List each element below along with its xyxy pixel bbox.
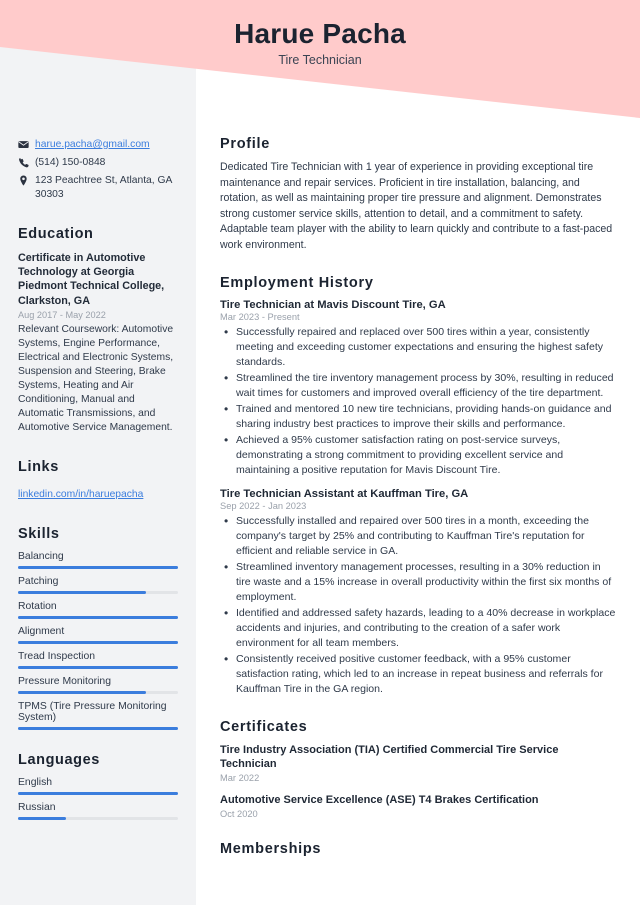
linkedin-link[interactable]: linkedin.com/in/haruepacha	[18, 489, 143, 500]
employment-history-heading: Employment History	[220, 275, 374, 292]
skill-item: Rotation	[18, 601, 178, 620]
certificate-title: Automotive Service Excellence (ASE) T4 B…	[220, 794, 539, 807]
skill-label: Rotation	[18, 601, 57, 613]
language-item: English	[18, 777, 178, 796]
certificate-item: Tire Industry Association (TIA) Certifie…	[220, 743, 616, 783]
certificate-title: Tire Industry Association (TIA) Certifie…	[220, 743, 559, 771]
address-text: 123 Peachtree St, Atlanta, GA 30303	[35, 174, 172, 200]
skill-item: Patching	[18, 576, 178, 595]
contact-phone-row: (514) 150-0848	[18, 156, 178, 170]
skill-level-bar	[18, 566, 178, 570]
skill-level-fill	[18, 641, 178, 645]
envelope-icon	[18, 138, 35, 150]
skill-item: Alignment	[18, 626, 178, 645]
skill-label: Alignment	[18, 626, 65, 638]
education-title: Certificate in Automotive Technology at …	[18, 251, 165, 307]
links-heading: Links	[18, 459, 59, 476]
language-level-fill	[18, 817, 66, 821]
job-bullet: Successfully repaired and replaced over …	[220, 324, 616, 370]
phone-number: (514) 150-0848	[35, 156, 106, 168]
skills-heading: Skills	[18, 526, 60, 543]
skill-level-fill	[18, 616, 178, 620]
skill-item: Balancing	[18, 551, 178, 570]
job-bullet: Trained and mentored 10 new tire technic…	[220, 401, 616, 432]
job-date: Sep 2022 - Jan 2023	[220, 501, 307, 512]
certificate-date: Mar 2022	[220, 773, 260, 784]
skill-item: Tread Inspection	[18, 651, 178, 670]
education-description: Relevant Coursework: Automotive Systems,…	[18, 324, 174, 434]
main-content: Profile Dedicated Tire Technician with 1…	[196, 120, 640, 905]
profile-text: Dedicated Tire Technician with 1 year of…	[220, 161, 613, 251]
skill-level-fill	[18, 666, 178, 670]
language-level-bar	[18, 792, 178, 796]
job-title: Tire Technician at Mavis Discount Tire, …	[220, 299, 446, 312]
certificates-heading: Certificates	[220, 718, 308, 735]
skill-level-fill	[18, 727, 178, 731]
job-entry: Tire Technician at Mavis Discount Tire, …	[220, 299, 616, 478]
job-bullet-list: Successfully installed and repaired over…	[220, 513, 616, 697]
job-bullet-list: Successfully repaired and replaced over …	[220, 324, 616, 478]
profile-heading: Profile	[220, 136, 271, 152]
language-item: Russian	[18, 802, 178, 821]
certificate-item: Automotive Service Excellence (ASE) T4 B…	[220, 793, 616, 819]
language-label: English	[18, 777, 53, 789]
sidebar: harue.pacha@gmail.com (514) 150-0848 123…	[0, 120, 196, 905]
job-title: Tire Technician Assistant at Kauffman Ti…	[220, 488, 469, 501]
skill-label: TPMS (Tire Pressure Monitoring System)	[18, 701, 167, 724]
skill-level-bar	[18, 616, 178, 620]
job-bullet: Achieved a 95% customer satisfaction rat…	[220, 432, 616, 478]
education-date: Aug 2017 - May 2022	[18, 310, 106, 321]
skill-label: Tread Inspection	[18, 651, 96, 663]
skill-label: Pressure Monitoring	[18, 676, 111, 688]
skill-label: Balancing	[18, 551, 64, 563]
language-level-fill	[18, 792, 178, 796]
skill-label: Patching	[18, 576, 59, 588]
skill-level-fill	[18, 691, 146, 695]
skill-level-bar	[18, 691, 178, 695]
phone-icon	[18, 156, 35, 168]
skill-level-bar	[18, 641, 178, 645]
email-link[interactable]: harue.pacha@gmail.com	[35, 138, 150, 152]
skill-item: Pressure Monitoring	[18, 676, 178, 695]
job-bullet: Streamlined inventory management process…	[220, 559, 616, 605]
memberships-heading: Memberships	[220, 840, 322, 857]
job-bullet: Identified and addressed safety hazards,…	[220, 605, 616, 651]
job-bullet: Successfully installed and repaired over…	[220, 513, 616, 559]
certificate-date: Oct 2020	[220, 808, 258, 819]
skill-level-bar	[18, 666, 178, 670]
skill-level-fill	[18, 566, 178, 570]
job-date: Mar 2023 - Present	[220, 312, 300, 323]
skill-item: TPMS (Tire Pressure Monitoring System)	[18, 701, 178, 731]
job-bullet: Consistently received positive customer …	[220, 651, 616, 697]
contact-email-row[interactable]: harue.pacha@gmail.com	[18, 138, 178, 152]
skill-level-bar	[18, 727, 178, 731]
language-label: Russian	[18, 802, 56, 814]
education-heading: Education	[18, 225, 94, 242]
skill-level-bar	[18, 591, 178, 595]
contact-address-row: 123 Peachtree St, Atlanta, GA 30303	[18, 174, 178, 202]
languages-heading: Languages	[18, 752, 100, 769]
skill-level-fill	[18, 591, 146, 595]
education-item: Certificate in Automotive Technology at …	[18, 251, 178, 436]
job-entry: Tire Technician Assistant at Kauffman Ti…	[220, 488, 616, 697]
language-level-bar	[18, 817, 178, 821]
location-pin-icon	[18, 174, 35, 186]
resume-page: Harue Pacha Tire Technician harue.pacha@…	[0, 0, 640, 905]
job-bullet: Streamlined the tire inventory managemen…	[220, 370, 616, 401]
